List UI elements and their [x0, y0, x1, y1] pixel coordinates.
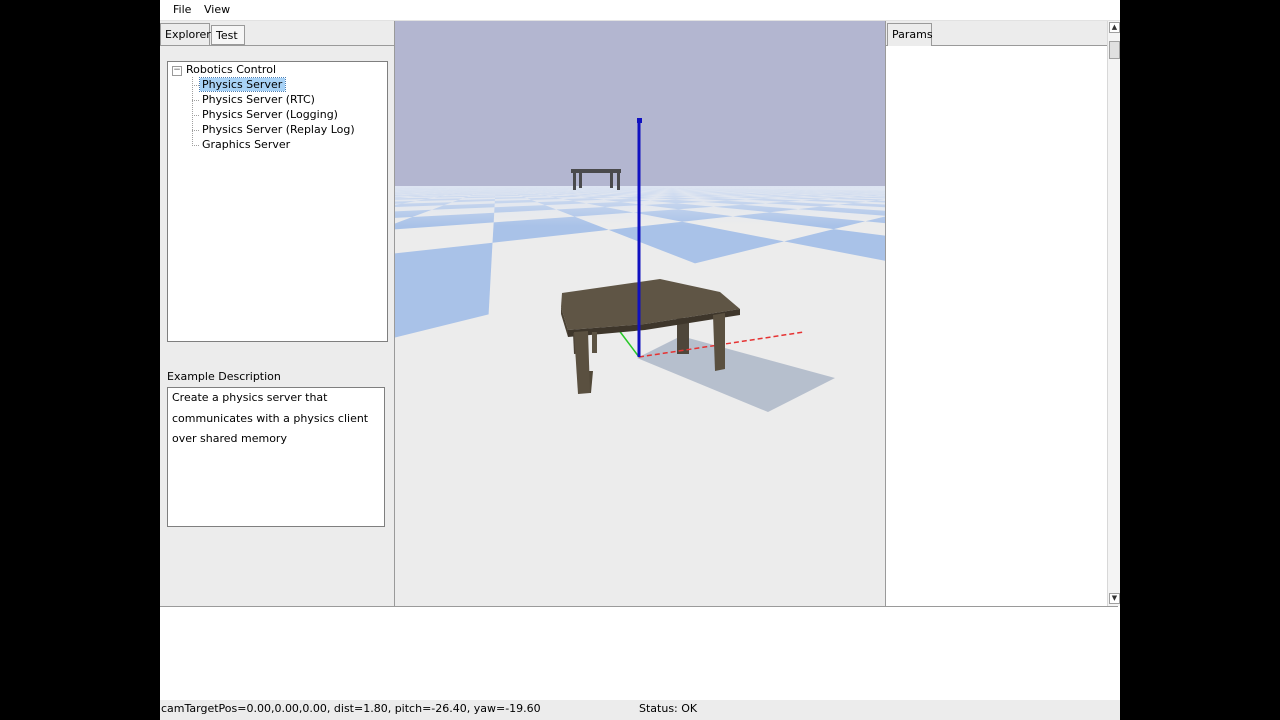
status-bar: camTargetPos=0.00,0.00,0.00, dist=1.80, …	[160, 700, 1120, 720]
application-window: File View Explorer Test − Robotics Contr…	[160, 0, 1120, 720]
tree-item-label: Physics Server (Logging)	[202, 108, 338, 121]
explorer-tab-body: − Robotics Control Physics Server Physic…	[160, 45, 394, 607]
status-text: Status: OK	[639, 702, 698, 715]
tree-item-physics-server-replay-log[interactable]: Physics Server (Replay Log)	[192, 122, 358, 137]
3d-scene	[395, 21, 885, 606]
scroll-thumb[interactable]	[1109, 41, 1120, 59]
example-description-label: Example Description	[167, 370, 281, 383]
left-panel: Explorer Test − Robotics Control Physics…	[160, 21, 395, 606]
right-panel: Params	[885, 21, 1108, 606]
tree-root-robotics-control[interactable]: Robotics Control	[186, 62, 276, 77]
tree-item-physics-server[interactable]: Physics Server	[192, 77, 287, 92]
tree-item-label: Physics Server (RTC)	[202, 93, 315, 106]
tree-item-label: Physics Server	[198, 77, 287, 92]
3d-viewport[interactable]	[395, 21, 885, 606]
tree-item-label: Graphics Server	[202, 138, 291, 151]
description-line: over shared memory	[172, 432, 287, 445]
tab-params[interactable]: Params	[887, 23, 933, 46]
params-tab-strip: Params	[886, 21, 1108, 46]
vertical-scrollbar[interactable]: ▲ ▼	[1107, 21, 1120, 606]
scroll-down-icon[interactable]: ▼	[1109, 593, 1120, 604]
description-line: Create a physics server that	[172, 391, 328, 404]
scroll-up-icon[interactable]: ▲	[1109, 22, 1120, 33]
tree-item-graphics-server[interactable]: Graphics Server	[192, 137, 293, 152]
example-tree[interactable]: − Robotics Control Physics Server Physic…	[167, 61, 388, 342]
description-line: communicates with a physics client	[172, 412, 369, 425]
collapse-icon[interactable]: −	[172, 66, 182, 76]
tree-item-physics-server-logging[interactable]: Physics Server (Logging)	[192, 107, 341, 122]
menu-view[interactable]: View	[204, 3, 230, 16]
menu-file[interactable]: File	[173, 3, 191, 16]
console-output[interactable]	[160, 606, 1118, 701]
camera-status: camTargetPos=0.00,0.00,0.00, dist=1.80, …	[161, 702, 541, 715]
tree-item-label: Physics Server (Replay Log)	[202, 123, 355, 136]
tab-test[interactable]: Test	[211, 25, 245, 45]
tab-explorer[interactable]: Explorer	[160, 23, 211, 45]
menu-bar: File View	[160, 0, 1120, 21]
example-description-box: Create a physics server that communicate…	[167, 387, 385, 527]
tree-item-physics-server-rtc[interactable]: Physics Server (RTC)	[192, 92, 318, 107]
